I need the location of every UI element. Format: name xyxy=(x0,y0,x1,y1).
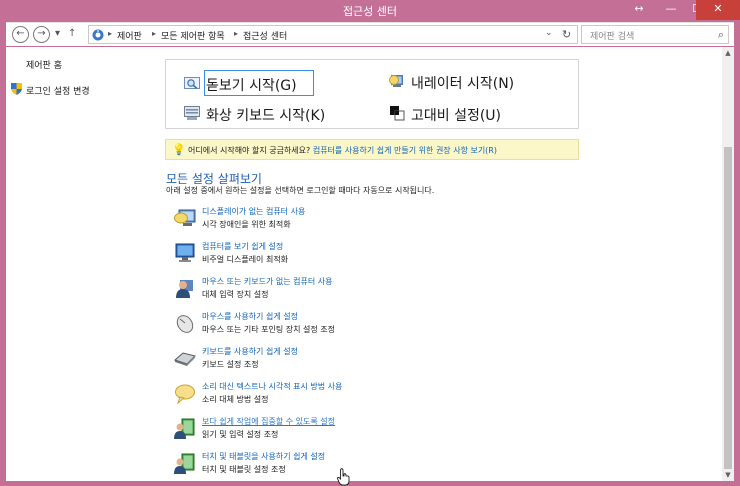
list-item: 터치 및 태블릿을 사용하기 쉽게 설정 터치 및 태블릿 설정 조정 xyxy=(170,450,590,480)
tablet-user-icon xyxy=(174,453,195,474)
scroll-thumb[interactable] xyxy=(724,147,732,469)
setting-link-keyboard[interactable]: 키보드를 사용하기 쉽게 설정 xyxy=(202,346,298,357)
list-item: 보다 쉽게 작업에 집중할 수 있도록 설정 읽기 및 입력 설정 조정 xyxy=(170,415,590,445)
setting-link-no-mouse-keyboard[interactable]: 마우스 또는 키보드가 없는 컴퓨터 사용 xyxy=(202,276,332,287)
keyboard-icon xyxy=(184,106,200,120)
window: 접근성 센터 ↔ — ☐ ✕ ← → ▾ ↑ ▸ 제어판 ▸ 모든 제어판 항목… xyxy=(0,0,740,486)
search-box[interactable]: 제어판 검색 ⌕ xyxy=(581,25,729,44)
setting-link-no-display[interactable]: 디스플레이가 없는 컴퓨터 사용 xyxy=(202,206,305,217)
list-item: 디스플레이가 없는 컴퓨터 사용 시각 장애인을 위한 최적화 xyxy=(170,205,590,235)
setting-desc: 시각 장애인을 위한 최적화 xyxy=(202,220,291,229)
search-placeholder[interactable]: 제어판 검색 xyxy=(590,29,634,42)
search-icon[interactable]: ⌕ xyxy=(718,28,724,42)
magnifier-icon xyxy=(184,77,200,90)
list-item: 마우스를 사용하기 쉽게 설정 마우스 또는 기타 포인팅 장치 설정 조정 xyxy=(170,310,590,340)
lightbulb-icon: 💡 xyxy=(172,143,186,156)
scroll-down-icon[interactable]: ▼ xyxy=(722,469,734,481)
contrast-icon xyxy=(390,106,405,121)
section-description: 아래 설정 중에서 원하는 설정을 선택하면 로그인할 때마다 자동으로 시작됩… xyxy=(166,186,435,195)
content-pane: 제어판 홈 로그인 설정 변경 돋보기 시작(G) 내레이터 시작(N) 화상 … xyxy=(6,47,722,486)
breadcrumb-separator: ▸ xyxy=(234,29,239,38)
recent-dropdown-icon[interactable]: ▾ xyxy=(55,28,60,39)
setting-desc: 소리 대체 방법 설정 xyxy=(202,395,269,404)
close-button[interactable]: ✕ xyxy=(696,0,740,20)
list-item: 키보드를 사용하기 쉽게 설정 키보드 설정 조정 xyxy=(170,345,590,375)
navigation-bar: ← → ▾ ↑ ▸ 제어판 ▸ 모든 제어판 항목 ▸ 접근성 센터 ⌄ ↻ 제… xyxy=(6,22,734,46)
title-bar[interactable]: 접근성 센터 ↔ — ☐ ✕ xyxy=(0,0,740,20)
breadcrumb-ease-of-access[interactable]: 접근성 센터 xyxy=(243,29,287,42)
setting-desc: 대체 입력 장치 설정 xyxy=(202,290,269,299)
quick-tools-panel: 돋보기 시작(G) 내레이터 시작(N) 화상 키보드 시작(K) 고대비 설정… xyxy=(165,59,579,129)
monitor-icon xyxy=(175,243,195,262)
recommendation-hint: 💡 어디에서 시작해야 할지 궁금하세요? 컴퓨터를 사용하기 쉽게 만들기 위… xyxy=(165,139,579,160)
forward-button[interactable]: → xyxy=(33,26,50,43)
minimize-button[interactable]: — xyxy=(658,0,684,20)
list-item: 컴퓨터를 보기 쉽게 설정 비주얼 디스플레이 최적화 xyxy=(170,240,590,270)
setting-desc: 비주얼 디스플레이 최적화 xyxy=(202,255,289,264)
sidebar-item-home[interactable]: 제어판 홈 xyxy=(26,58,62,71)
high-contrast-label: 고대비 설정(U) xyxy=(411,108,502,124)
setting-link-sound-alternatives[interactable]: 소리 대신 텍스트나 시각적 표시 방법 사용 xyxy=(202,381,342,392)
setting-link-focus[interactable]: 보다 쉽게 작업에 집중할 수 있도록 설정 xyxy=(202,416,335,427)
scroll-up-icon[interactable]: ▲ xyxy=(722,47,734,59)
setting-link-mouse[interactable]: 마우스를 사용하기 쉽게 설정 xyxy=(202,311,298,322)
speech-bubble-icon xyxy=(175,384,195,404)
back-button[interactable]: ← xyxy=(12,26,29,43)
vertical-scrollbar[interactable]: ▲ ▼ xyxy=(722,47,734,481)
recommendations-link[interactable]: 컴퓨터를 사용하기 쉽게 만들기 위한 권장 사항 보기(R) xyxy=(313,146,497,155)
list-item: 마우스 또는 키보드가 없는 컴퓨터 사용 대체 입력 장치 설정 xyxy=(170,275,590,305)
address-dropdown-icon[interactable]: ⌄ xyxy=(545,28,553,38)
setting-link-easier-to-see[interactable]: 컴퓨터를 보기 쉽게 설정 xyxy=(202,241,283,252)
setting-desc: 터치 및 태블릿 설정 조정 xyxy=(202,465,286,474)
setting-desc: 키보드 설정 조정 xyxy=(202,360,259,369)
setting-desc: 마우스 또는 기타 포인팅 장치 설정 조정 xyxy=(202,325,336,334)
control-panel-icon xyxy=(92,29,104,41)
focus-user-icon xyxy=(174,418,195,439)
narrator-icon xyxy=(389,75,403,87)
up-button[interactable]: ↑ xyxy=(68,28,76,39)
speech-display-icon xyxy=(174,209,196,226)
breadcrumb-separator: ▸ xyxy=(108,29,113,38)
setting-desc: 읽기 및 입력 설정 조정 xyxy=(202,430,279,439)
mouse-icon xyxy=(176,315,194,333)
setting-link-touch-tablet[interactable]: 터치 및 태블릿을 사용하기 쉽게 설정 xyxy=(202,451,325,462)
address-bar[interactable]: ▸ 제어판 ▸ 모든 제어판 항목 ▸ 접근성 센터 ⌄ ↻ xyxy=(88,25,578,44)
breadcrumb-all-items[interactable]: 모든 제어판 항목 xyxy=(161,29,225,42)
hand-cursor-icon xyxy=(337,468,350,486)
on-screen-keyboard-label: 화상 키보드 시작(K) xyxy=(206,108,326,124)
narrator-label: 내레이터 시작(N) xyxy=(411,76,515,92)
person-icon xyxy=(176,280,193,298)
hint-text-line: 어디에서 시작해야 할지 궁금하세요? 컴퓨터를 사용하기 쉽게 만들기 위한 … xyxy=(188,145,497,156)
keyboard-icon xyxy=(174,352,196,366)
shield-icon xyxy=(11,83,22,95)
magnifier-label: 돋보기 시작(G) xyxy=(206,78,297,94)
refresh-icon[interactable]: ↻ xyxy=(562,28,571,41)
hint-text: 어디에서 시작해야 할지 궁금하세요? xyxy=(188,146,313,155)
sidebar-item-sign-in-settings[interactable]: 로그인 설정 변경 xyxy=(26,84,90,97)
breadcrumb-control-panel[interactable]: 제어판 xyxy=(117,29,142,42)
breadcrumb-separator: ▸ xyxy=(152,29,157,38)
list-item: 소리 대신 텍스트나 시각적 표시 방법 사용 소리 대체 방법 설정 xyxy=(170,380,590,410)
resize-icon[interactable]: ↔ xyxy=(626,0,652,20)
